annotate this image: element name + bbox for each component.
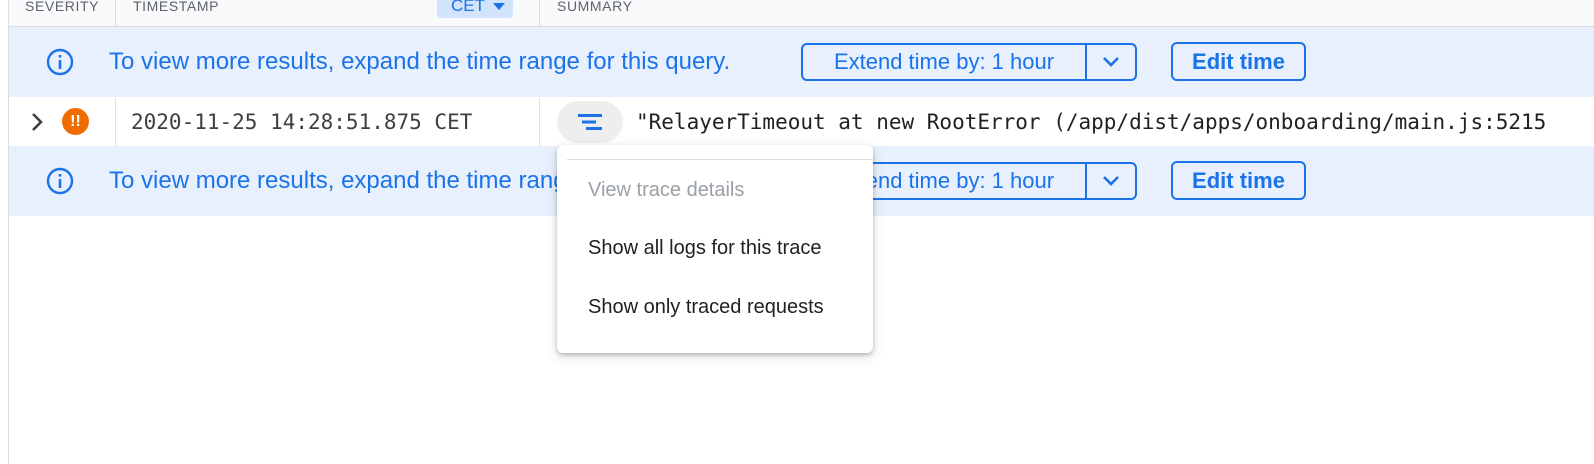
extend-time-dropdown[interactable] — [1087, 45, 1135, 79]
extend-time-split-button: Extend time by: 1 hour — [801, 43, 1137, 81]
trace-menu-button[interactable] — [557, 101, 623, 143]
chevron-down-icon — [1103, 57, 1119, 67]
edit-time-button[interactable]: Edit time — [1171, 42, 1306, 81]
column-divider — [115, 98, 116, 146]
extend-time-dropdown[interactable] — [1087, 164, 1135, 198]
column-divider[interactable] — [539, 0, 540, 26]
menu-item-show-only-traced-requests[interactable]: Show only traced requests — [588, 287, 824, 327]
edit-time-button[interactable]: Edit time — [1171, 161, 1306, 200]
severity-column-header[interactable]: SEVERITY — [25, 0, 99, 26]
banner-message: To view more results, expand the time ra… — [109, 48, 731, 75]
chevron-right-icon[interactable] — [27, 111, 47, 133]
column-divider[interactable] — [115, 0, 116, 26]
caret-down-icon — [493, 2, 505, 10]
extend-time-button[interactable]: Extend time by: 1 hour — [803, 45, 1087, 79]
log-entry-row[interactable]: !! 2020-11-25 14:28:51.875 CET "RelayerT… — [9, 98, 1594, 146]
timezone-selector[interactable]: CET — [437, 0, 513, 18]
menu-item-view-trace-details: View trace details — [588, 178, 745, 201]
time-range-info-banner: To view more results, expand the time ra… — [9, 27, 1594, 97]
log-summary: "RelayerTimeout at new RootError (/app/d… — [636, 110, 1547, 134]
summary-column-header[interactable]: SUMMARY — [557, 0, 633, 26]
trace-options-menu: View trace details Show all logs for thi… — [557, 145, 873, 353]
timezone-label: CET — [451, 0, 485, 15]
column-divider — [539, 98, 540, 146]
error-severity-icon: !! — [62, 108, 89, 135]
trace-icon — [578, 114, 602, 130]
logs-explorer-results: SEVERITY TIMESTAMP CET SUMMARY To view m… — [0, 0, 1594, 464]
menu-item-show-all-logs-for-trace[interactable]: Show all logs for this trace — [588, 228, 821, 268]
menu-divider — [567, 159, 873, 160]
info-icon — [46, 48, 74, 76]
chevron-down-icon — [1103, 176, 1119, 186]
log-timestamp: 2020-11-25 14:28:51.875 CET — [131, 110, 473, 134]
info-icon — [46, 167, 74, 195]
timestamp-column-header[interactable]: TIMESTAMP — [133, 0, 219, 26]
results-table-header: SEVERITY TIMESTAMP CET SUMMARY — [9, 0, 1594, 27]
